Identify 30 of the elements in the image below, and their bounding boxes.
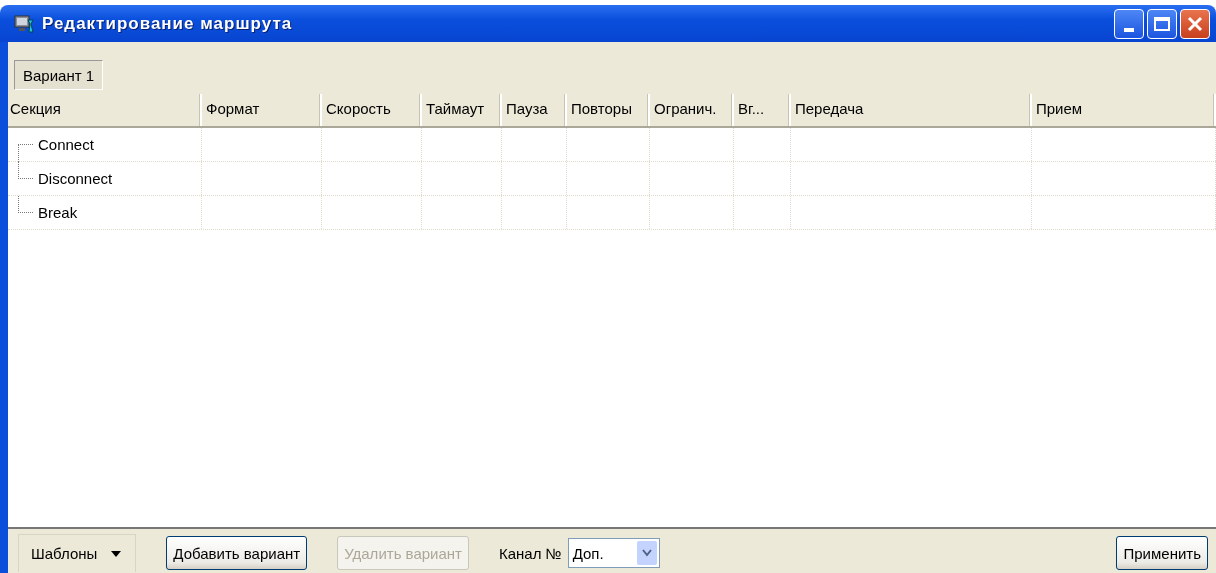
tree-connector (18, 196, 33, 213)
column-header[interactable]: Повторы (567, 94, 650, 126)
action-button[interactable]: Добавить вариант (166, 536, 308, 570)
tree-connector (18, 162, 33, 179)
minimize-button[interactable] (1114, 8, 1144, 39)
column-header[interactable]: Передача (791, 94, 1032, 126)
caret-icon (111, 550, 122, 557)
column-header[interactable]: Формат (202, 94, 322, 126)
window-title: Редактирование маршрута (42, 13, 294, 34)
maximize-button[interactable] (1147, 8, 1177, 39)
tree-item[interactable]: Break (38, 204, 78, 221)
action-button[interactable]: Применить (1116, 536, 1208, 570)
close-icon (1186, 14, 1204, 33)
channel-label: Канал № (498, 544, 562, 562)
templates-menu-button[interactable]: Шаблоны (18, 534, 137, 572)
monitor-wrench-icon (14, 13, 36, 34)
column-header[interactable]: Огранич. (650, 94, 734, 126)
column-header[interactable]: Секция (8, 94, 202, 126)
column-header[interactable]: Таймаут (422, 94, 502, 126)
tree-item[interactable]: Disconnect (38, 170, 113, 187)
column-header[interactable]: Скорость (322, 94, 422, 126)
close-button[interactable] (1180, 8, 1210, 39)
channel-combo[interactable]: Доп. (567, 538, 660, 568)
tab[interactable]: Вариант 1 (14, 60, 104, 90)
column-header[interactable]: Прием (1032, 94, 1216, 126)
column-header[interactable]: Вг... (734, 94, 791, 126)
dropdown-icon (636, 541, 657, 565)
tree-item[interactable]: Connect (38, 136, 94, 153)
column-header[interactable]: Пауза (502, 94, 567, 126)
tree-connector (18, 144, 33, 162)
